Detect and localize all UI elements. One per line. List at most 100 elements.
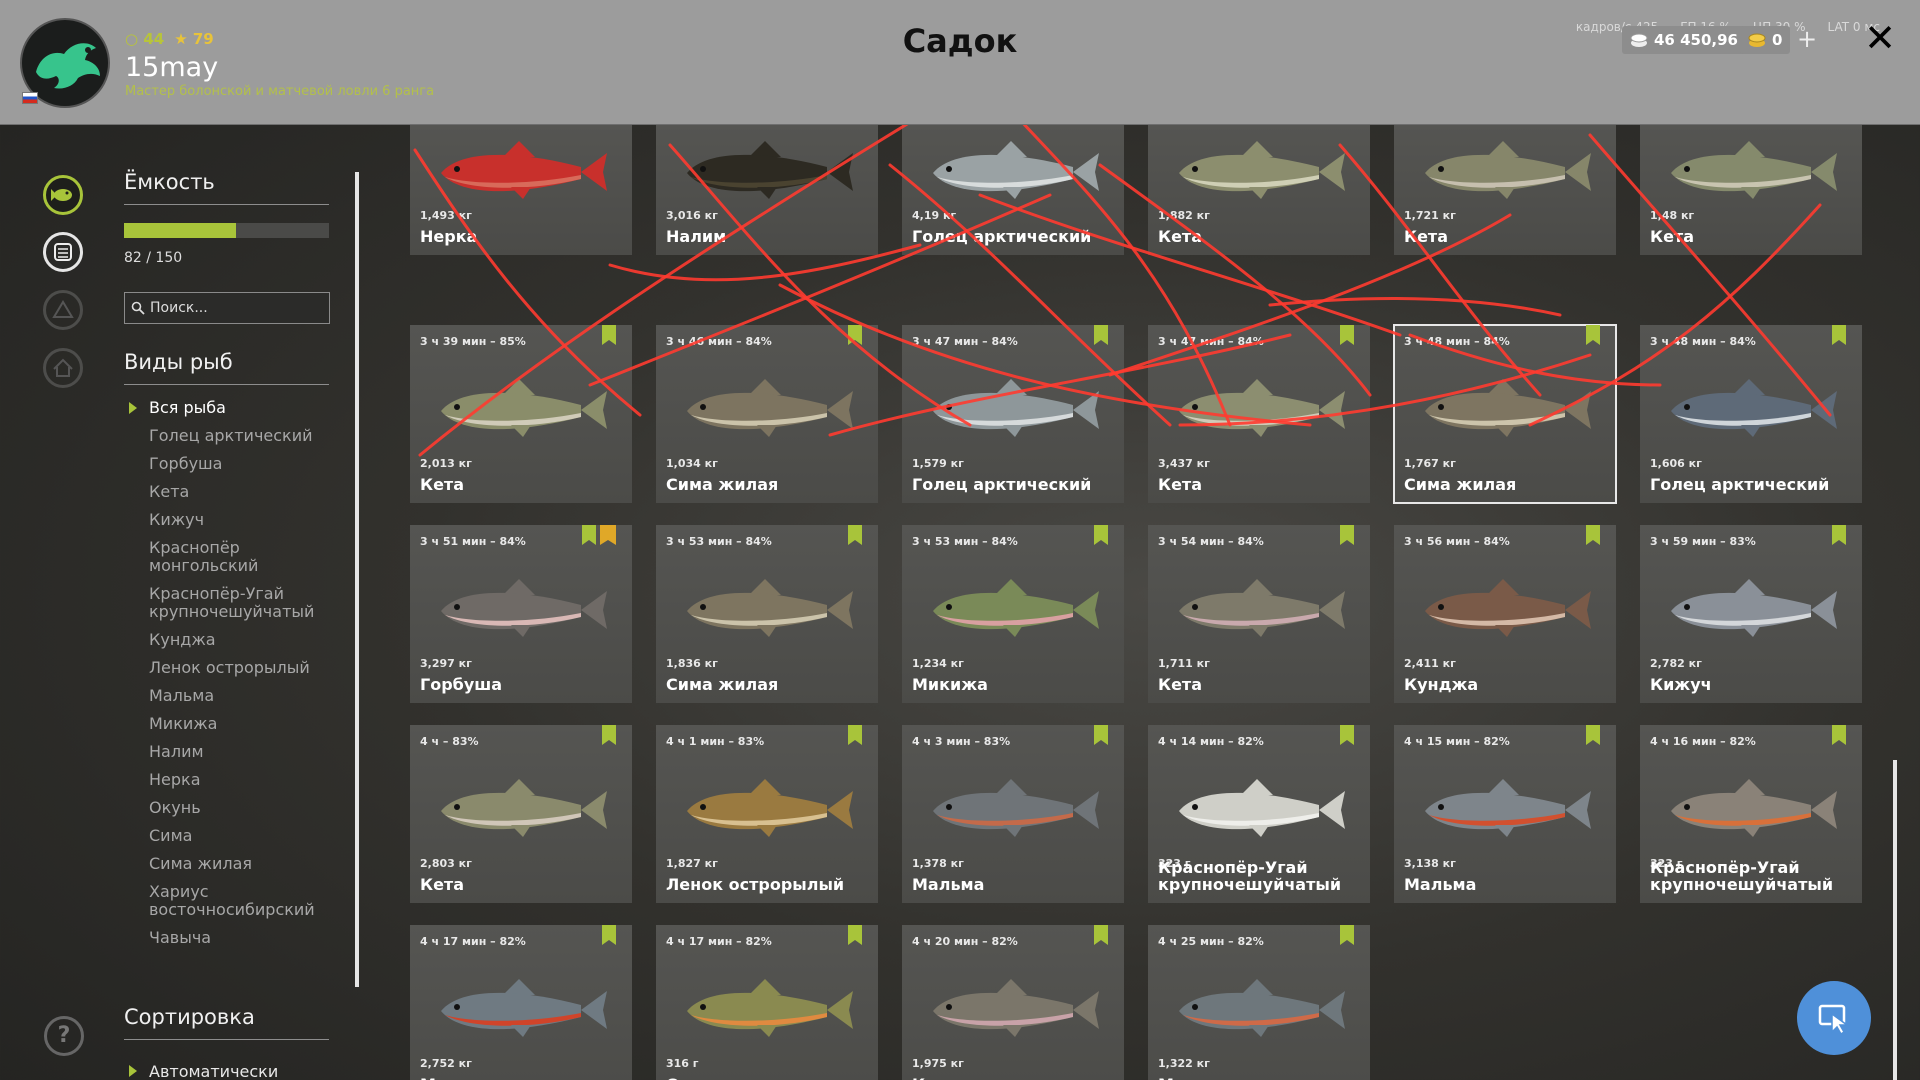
close-button[interactable]: ✕ <box>1860 18 1900 58</box>
fish-image <box>1179 779 1345 837</box>
species-item[interactable]: Сима жилая <box>124 855 329 873</box>
species-item[interactable]: Кета <box>124 483 329 501</box>
cursor-mode-button[interactable] <box>1797 981 1871 1055</box>
bookmark-icon[interactable] <box>848 925 862 945</box>
capacity-fill <box>124 223 237 238</box>
camp-tab-icon[interactable] <box>43 290 83 330</box>
fish-card[interactable]: 4 ч 17 мин – 82% 316 г Окунь <box>656 925 878 1080</box>
species-item[interactable]: Голец арктический <box>124 427 329 445</box>
fish-image <box>687 979 853 1037</box>
fish-card[interactable]: 3 ч 48 мин – 84% 1,767 кг Сима жилая <box>1393 324 1617 504</box>
bookmark-icon[interactable] <box>1094 525 1108 545</box>
bookmark-icon[interactable] <box>1094 325 1108 345</box>
bookmark-icon[interactable] <box>1586 725 1600 745</box>
bookmark-icon[interactable] <box>602 725 616 745</box>
home-tab-icon[interactable] <box>43 348 83 388</box>
fish-card[interactable]: 1,493 кг Нерка <box>410 125 632 255</box>
fish-card[interactable]: 3 ч 54 мин – 84% 1,711 кг Кета <box>1148 525 1370 703</box>
fish-card[interactable]: 3 ч 47 мин – 84% 3,437 кг Кета <box>1148 325 1370 503</box>
fish-weight: 3,138 кг <box>1404 857 1456 870</box>
fish-card[interactable]: 4 ч 1 мин – 83% 1,827 кг Ленок острорылый <box>656 725 878 903</box>
bookmark-icon[interactable] <box>1094 925 1108 945</box>
fish-weight: 1,975 кг <box>912 1057 964 1070</box>
help-button[interactable]: ? <box>44 1016 84 1056</box>
species-item[interactable]: Кижуч <box>124 511 329 529</box>
species-list: Вся рыба Голец арктический Горбуша Кета Кижу… <box>124 399 329 947</box>
fish-weight: 4,19 кг <box>912 209 957 222</box>
fish-card[interactable]: 4 ч 16 мин – 82% 323 г Краснопёр-Угай круп… <box>1640 725 1862 903</box>
gold-amount: 0 <box>1772 31 1783 49</box>
bookmark-icon[interactable] <box>848 725 862 745</box>
bookmark-icon[interactable] <box>848 325 862 345</box>
fish-weight: 1,493 кг <box>420 209 472 222</box>
fish-card[interactable]: 3 ч 56 мин – 84% 2,411 кг Кунджа <box>1394 525 1616 703</box>
fish-card[interactable]: 4 ч 3 мин – 83% 1,378 кг Мальма <box>902 725 1124 903</box>
bookmark-icon[interactable] <box>1586 525 1600 545</box>
fish-weight: 1,827 кг <box>666 857 718 870</box>
bookmark-icon[interactable] <box>602 325 616 345</box>
species-item[interactable]: Окунь <box>124 799 329 817</box>
bookmark-icon[interactable] <box>1832 525 1846 545</box>
bookmark-icon[interactable] <box>1094 725 1108 745</box>
species-item[interactable]: Хариус восточносибирский <box>124 883 329 919</box>
keepnet-tab-icon[interactable] <box>43 232 83 272</box>
species-item[interactable]: Краснопёр-Угай крупночешуйчатый <box>124 585 329 621</box>
fish-card[interactable]: 3 ч 48 мин – 84% 1,606 кг Голец арктически… <box>1640 325 1862 503</box>
fish-card[interactable]: 4,19 кг Голец арктический <box>902 125 1124 255</box>
filter-panel: Ёмкость 82 / 150 Поиск... Виды рыб Вся р… <box>124 170 330 957</box>
fish-card[interactable]: 1,48 кг Кета <box>1640 125 1862 255</box>
panel-scrollbar[interactable] <box>355 172 359 987</box>
fish-card[interactable]: 3 ч 53 мин – 84% 1,234 кг Микижа <box>902 525 1124 703</box>
species-item-all[interactable]: Вся рыба <box>124 399 329 417</box>
fish-card[interactable]: 3 ч 59 мин – 83% 2,782 кг Кижуч <box>1640 525 1862 703</box>
species-item[interactable]: Сима <box>124 827 329 845</box>
fish-card[interactable]: 3 ч 46 мин – 84% 1,034 кг Сима жилая <box>656 325 878 503</box>
bookmark-icon[interactable] <box>1832 725 1846 745</box>
fish-card[interactable]: 3 ч 47 мин – 84% 1,579 кг Голец арктически… <box>902 325 1124 503</box>
fish-tab-icon[interactable] <box>43 175 83 215</box>
grid-scrollbar[interactable] <box>1893 760 1897 1080</box>
fish-card[interactable]: 1,721 кг Кета <box>1394 125 1616 255</box>
species-item[interactable]: Налим <box>124 743 329 761</box>
bookmark-icon[interactable] <box>582 525 596 545</box>
bookmark-icon[interactable] <box>602 925 616 945</box>
fish-card[interactable]: 4 ч 15 мин – 82% 3,138 кг Мальма <box>1394 725 1616 903</box>
species-item[interactable]: Горбуша <box>124 455 329 473</box>
species-item[interactable]: Мальма <box>124 687 329 705</box>
fish-card[interactable]: 4 ч 20 мин – 82% 1,975 кг Кета <box>902 925 1124 1080</box>
fish-card[interactable]: 3 ч 51 мин – 84% 3,297 кг Горбуша <box>410 525 632 703</box>
bookmark-icon[interactable] <box>1340 325 1354 345</box>
fish-card[interactable]: 3 ч 53 мин – 84% 1,836 кг Сима жилая <box>656 525 878 703</box>
bookmark-icon[interactable] <box>1832 325 1846 345</box>
bookmark-icon[interactable] <box>1340 525 1354 545</box>
fish-name: Кета <box>1158 227 1202 246</box>
species-item[interactable]: Ленок острорылый <box>124 659 329 677</box>
search-input[interactable]: Поиск... <box>124 292 330 324</box>
sort-option[interactable]: Автоматически <box>124 1062 278 1080</box>
fish-card[interactable]: 4 ч 17 мин – 82% 2,752 кг Мальма <box>410 925 632 1080</box>
fish-name: Мальма <box>1404 875 1477 894</box>
fish-weight: 1,378 кг <box>912 857 964 870</box>
fish-time: 3 ч 56 мин – 84% <box>1404 535 1510 548</box>
fish-card[interactable]: 4 ч 25 мин – 82% 1,322 кг Мальма <box>1148 925 1370 1080</box>
fish-image <box>933 979 1099 1037</box>
fish-card[interactable]: 4 ч 14 мин – 82% 323 г Краснопёр-Угай круп… <box>1148 725 1370 903</box>
species-item[interactable]: Кунджа <box>124 631 329 649</box>
bookmark-icon[interactable] <box>1586 325 1600 345</box>
species-item[interactable]: Чавыча <box>124 929 329 947</box>
star-bookmark-icon[interactable] <box>600 525 616 545</box>
bookmark-icon[interactable] <box>1340 725 1354 745</box>
fish-name: Краснопёр-Угай крупночешуйчатый <box>1158 858 1342 894</box>
fish-card[interactable]: 1,882 кг Кета <box>1148 125 1370 255</box>
fish-card[interactable]: 3 ч 39 мин – 85% 2,013 кг Кета <box>410 325 632 503</box>
frog-emblem-icon <box>36 43 100 89</box>
species-item[interactable]: Микижа <box>124 715 329 733</box>
species-item[interactable]: Краснопёр монгольский <box>124 539 329 575</box>
bookmark-icon[interactable] <box>848 525 862 545</box>
add-currency-button[interactable]: + <box>1793 26 1821 54</box>
bookmark-icon[interactable] <box>1340 925 1354 945</box>
fish-card[interactable]: 3,016 кг Налим <box>656 125 878 255</box>
fish-card[interactable]: 4 ч – 83% 2,803 кг Кета <box>410 725 632 903</box>
species-item[interactable]: Нерка <box>124 771 329 789</box>
fish-name: Микижа <box>912 675 988 694</box>
